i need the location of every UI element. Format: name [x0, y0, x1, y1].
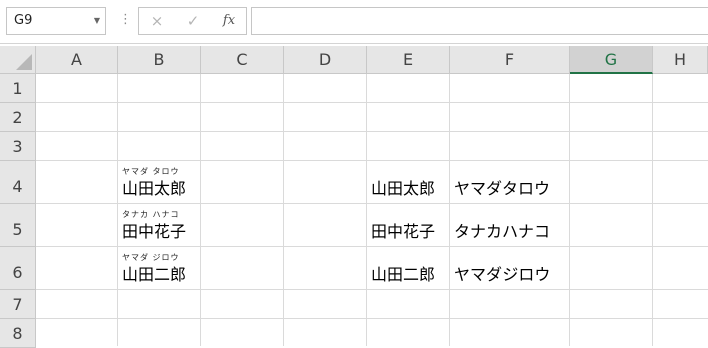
cell-b5[interactable]: タナカ ハナコ 田中花子 — [118, 204, 201, 247]
gridline — [36, 318, 708, 319]
name-box[interactable]: G9 ▼ — [6, 7, 106, 35]
formula-buttons: × ✓ fx — [138, 7, 247, 35]
gridline — [36, 102, 708, 103]
cell-f5[interactable]: タナカハナコ — [450, 204, 570, 247]
column-header-g[interactable]: G — [570, 46, 653, 74]
cell-b4-value: 山田太郎 — [122, 179, 187, 198]
column-header-d[interactable]: D — [284, 46, 367, 74]
cell-f6[interactable]: ヤマダジロウ — [450, 247, 570, 290]
cell-b6-value: 山田二郎 — [122, 265, 187, 284]
chevron-down-icon[interactable]: ▼ — [94, 8, 100, 34]
column-header-f[interactable]: F — [450, 46, 570, 74]
spreadsheet-grid: A B C D E F G H 1 2 3 4 5 6 7 8 ヤマダ タロウ … — [0, 46, 708, 348]
cell-e4-value: 山田太郎 — [371, 179, 436, 198]
cell-e4[interactable]: 山田太郎 — [367, 161, 450, 204]
cell-f4[interactable]: ヤマダタロウ — [450, 161, 570, 204]
cell-e6[interactable]: 山田二郎 — [367, 247, 450, 290]
column-header-b[interactable]: B — [118, 46, 201, 74]
cell-f5-value: タナカハナコ — [454, 222, 551, 241]
row-header-5[interactable]: 5 — [0, 204, 36, 247]
cell-f4-value: ヤマダタロウ — [454, 179, 551, 198]
select-all-icon — [16, 54, 32, 70]
gridline — [283, 74, 284, 346]
enter-icon[interactable]: ✓ — [179, 8, 207, 34]
cell-b4[interactable]: ヤマダ タロウ 山田太郎 — [118, 161, 201, 204]
cancel-icon[interactable]: × — [143, 8, 171, 34]
column-header-c[interactable]: C — [201, 46, 284, 74]
row-header-7[interactable]: 7 — [0, 290, 36, 319]
cell-e5[interactable]: 田中花子 — [367, 204, 450, 247]
cell-b6[interactable]: ヤマダ ジロウ 山田二郎 — [118, 247, 201, 290]
row-header-3[interactable]: 3 — [0, 132, 36, 161]
insert-function-icon[interactable]: fx — [215, 8, 243, 34]
formula-input[interactable] — [251, 7, 708, 35]
column-header-e[interactable]: E — [367, 46, 450, 74]
cell-e5-value: 田中花子 — [371, 222, 436, 241]
cell-b5-value: 田中花子 — [122, 222, 187, 241]
select-all-button[interactable] — [0, 46, 36, 74]
column-header-a[interactable]: A — [36, 46, 118, 74]
name-box-value: G9 — [14, 13, 33, 28]
cell-e6-value: 山田二郎 — [371, 265, 436, 284]
more-options-icon[interactable]: ⋮ — [119, 10, 132, 30]
row-header-2[interactable]: 2 — [0, 103, 36, 132]
cell-f6-value: ヤマダジロウ — [454, 265, 551, 284]
gridline — [36, 131, 708, 132]
formula-bar: G9 ▼ ⋮ × ✓ fx — [0, 0, 708, 44]
row-header-4[interactable]: 4 — [0, 161, 36, 204]
row-header-1[interactable]: 1 — [0, 74, 36, 103]
row-header-6[interactable]: 6 — [0, 247, 36, 290]
gridline — [652, 74, 653, 346]
column-header-h[interactable]: H — [653, 46, 708, 74]
row-header-8[interactable]: 8 — [0, 319, 36, 348]
